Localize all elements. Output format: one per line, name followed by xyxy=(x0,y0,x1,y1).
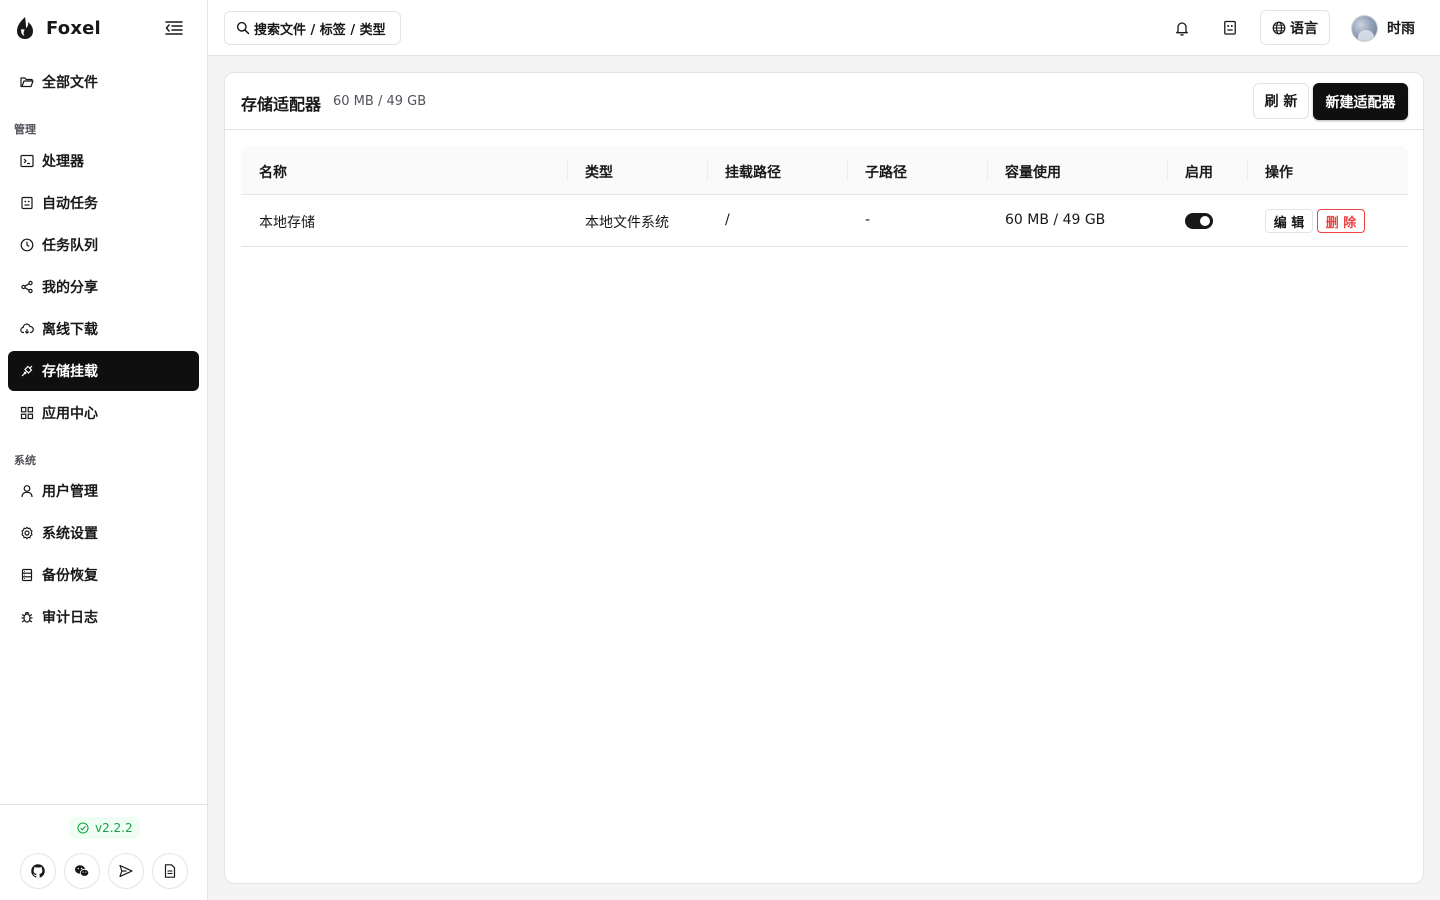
sidebar-item-label: 存储挂载 xyxy=(42,364,98,380)
sidebar-item-backup-restore[interactable]: 备份恢复 xyxy=(8,555,199,595)
toggle-knob xyxy=(1200,216,1210,226)
cloud-download-icon xyxy=(20,322,34,336)
user-name: 时雨 xyxy=(1387,21,1415,37)
sidebar-item-label: 审计日志 xyxy=(42,610,98,626)
column-header-actions: 操作 xyxy=(1265,165,1293,181)
search-icon xyxy=(236,21,250,35)
clock-icon xyxy=(20,238,34,252)
column-header-capacity: 容量使用 xyxy=(1005,165,1061,181)
sidebar-item-label: 离线下载 xyxy=(42,322,98,338)
collapse-menu-icon xyxy=(165,21,183,35)
docs-button[interactable] xyxy=(152,853,188,889)
document-icon xyxy=(164,864,176,878)
cell-capacity: 60 MB / 49 GB xyxy=(1005,212,1106,228)
send-icon xyxy=(119,864,133,878)
sidebar-item-offline-download[interactable]: 离线下载 xyxy=(8,309,199,349)
sidebar-item-all-files[interactable]: 全部文件 xyxy=(8,62,199,102)
column-divider xyxy=(707,159,708,181)
grid-icon xyxy=(20,406,34,420)
gear-icon xyxy=(20,526,34,540)
terminal-icon xyxy=(20,154,34,168)
table-header: 名称 类型 挂载路径 子路径 容量使用 启用 操作 xyxy=(241,146,1408,195)
sidebar-item-my-shares[interactable]: 我的分享 xyxy=(8,267,199,307)
page-title: 存储适配器 xyxy=(241,95,322,114)
sidebar: Foxel 全部文件 管理 处理器 自动任务 任务队列 我的分享 离线下载 存储… xyxy=(0,0,208,900)
sidebar-item-storage-mount[interactable]: 存储挂载 xyxy=(8,351,199,391)
column-header-name: 名称 xyxy=(259,165,287,181)
user-icon xyxy=(20,484,34,498)
robot-icon xyxy=(1224,20,1236,35)
language-label: 语言 xyxy=(1290,20,1318,37)
sidebar-item-label: 处理器 xyxy=(42,154,84,170)
fox-logo-icon xyxy=(14,15,38,41)
sidebar-item-label: 自动任务 xyxy=(42,196,98,212)
column-divider xyxy=(1167,159,1168,181)
column-header-sub-path: 子路径 xyxy=(865,165,907,181)
sidebar-item-label: 我的分享 xyxy=(42,280,98,296)
search-placeholder: 搜索文件 / 标签 / 类型 xyxy=(254,22,386,38)
refresh-button[interactable]: 刷 新 xyxy=(1253,83,1309,119)
column-header-enabled: 启用 xyxy=(1185,165,1213,181)
sidebar-item-system-settings[interactable]: 系统设置 xyxy=(8,513,199,553)
top-bar: 搜索文件 / 标签 / 类型 语言 时雨 xyxy=(208,0,1440,56)
cell-type: 本地文件系统 xyxy=(585,215,669,231)
sidebar-item-auto-tasks[interactable]: 自动任务 xyxy=(8,183,199,223)
sidebar-item-label: 全部文件 xyxy=(42,75,98,91)
sidebar-item-label: 任务队列 xyxy=(42,238,98,254)
search-input[interactable]: 搜索文件 / 标签 / 类型 xyxy=(224,11,401,45)
storage-adapters-card: 存储适配器 60 MB / 49 GB 刷 新 新建适配器 名称 类型 挂载路径… xyxy=(224,72,1424,884)
user-menu[interactable]: 时雨 xyxy=(1351,14,1415,42)
share-icon xyxy=(20,280,34,294)
sidebar-item-label: 用户管理 xyxy=(42,484,98,500)
sidebar-item-audit-log[interactable]: 审计日志 xyxy=(8,597,199,637)
column-divider xyxy=(1247,159,1248,181)
enabled-toggle[interactable] xyxy=(1185,213,1213,229)
sidebar-item-user-management[interactable]: 用户管理 xyxy=(8,471,199,511)
telegram-button[interactable] xyxy=(108,853,144,889)
version-text: v2.2.2 xyxy=(95,821,133,835)
delete-button[interactable]: 删 除 xyxy=(1317,209,1365,233)
check-circle-icon xyxy=(77,822,89,834)
folder-open-icon xyxy=(20,75,34,89)
cell-sub-path: - xyxy=(865,212,871,228)
section-title-manage: 管理 xyxy=(14,123,36,136)
bug-icon xyxy=(20,610,34,624)
column-header-mount-path: 挂载路径 xyxy=(725,165,781,181)
column-divider xyxy=(847,159,848,181)
wechat-icon xyxy=(75,865,90,877)
sidebar-item-label: 系统设置 xyxy=(42,526,98,542)
column-divider xyxy=(987,159,988,181)
cell-mount-path: / xyxy=(725,212,730,228)
github-button[interactable] xyxy=(20,853,56,889)
database-icon xyxy=(20,568,34,582)
avatar xyxy=(1351,14,1378,42)
section-title-system: 系统 xyxy=(14,454,36,467)
collapse-sidebar-button[interactable] xyxy=(162,16,186,40)
table-row[interactable]: 本地存储 本地文件系统 / - 60 MB / 49 GB 编 辑 删 除 xyxy=(241,195,1408,247)
column-header-type: 类型 xyxy=(585,165,613,181)
wechat-button[interactable] xyxy=(64,853,100,889)
version-badge: v2.2.2 xyxy=(70,817,140,839)
edit-button[interactable]: 编 辑 xyxy=(1265,209,1313,233)
sidebar-item-processor[interactable]: 处理器 xyxy=(8,141,199,181)
sidebar-footer: v2.2.2 xyxy=(0,804,207,900)
usage-summary: 60 MB / 49 GB xyxy=(333,94,427,109)
column-divider xyxy=(567,159,568,181)
notifications-button[interactable] xyxy=(1170,16,1194,40)
bell-icon xyxy=(1176,22,1188,36)
app-name: Foxel xyxy=(46,17,101,39)
plug-icon xyxy=(20,364,34,378)
language-button[interactable]: 语言 xyxy=(1260,10,1330,45)
new-adapter-button[interactable]: 新建适配器 xyxy=(1313,83,1408,120)
card-header: 存储适配器 60 MB / 49 GB 刷 新 新建适配器 xyxy=(225,73,1423,130)
sidebar-item-label: 备份恢复 xyxy=(42,568,98,584)
cell-name: 本地存储 xyxy=(259,215,315,231)
assistant-button[interactable] xyxy=(1218,16,1242,40)
sidebar-item-app-center[interactable]: 应用中心 xyxy=(8,393,199,433)
globe-icon xyxy=(1272,21,1286,35)
sidebar-item-task-queue[interactable]: 任务队列 xyxy=(8,225,199,265)
sidebar-item-label: 应用中心 xyxy=(42,406,98,422)
robot-icon xyxy=(20,196,34,210)
github-icon xyxy=(31,864,45,878)
